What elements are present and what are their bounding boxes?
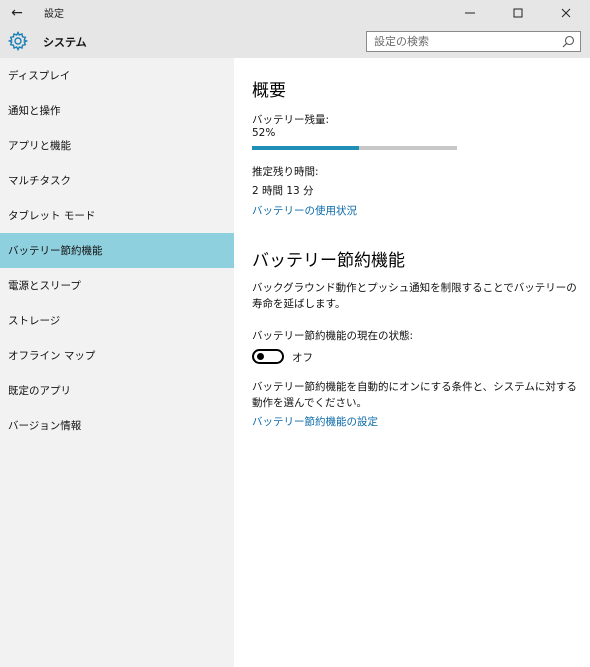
battery-saver-description: バックグラウンド動作とプッシュ通知を制限することでバッテリーの寿命を延ばします。 (252, 282, 577, 310)
sidebar-item-battery-saver[interactable]: バッテリー節約機能 (0, 233, 234, 268)
battery-progress-fill (252, 146, 359, 150)
back-button[interactable]: ← (0, 0, 34, 25)
window-title: 設定 (44, 9, 64, 20)
battery-saver-heading: バッテリー節約機能 (252, 251, 405, 271)
sidebar-item-display[interactable]: ディスプレイ (0, 58, 234, 93)
title-bar: ← 設定 (0, 0, 590, 25)
toggle-state-text: オフ (292, 352, 313, 364)
battery-saver-toggle[interactable] (252, 349, 284, 364)
sidebar-item-label: ストレージ (8, 315, 61, 327)
sidebar-item-label: ディスプレイ (8, 70, 71, 82)
page-title: システム (43, 36, 87, 49)
settings-header: システム (0, 25, 590, 58)
sidebar-item-label: バッテリー節約機能 (8, 245, 103, 257)
close-button[interactable] (542, 0, 590, 25)
search-box[interactable] (366, 31, 581, 52)
close-icon (561, 8, 571, 17)
sidebar-item-notifications[interactable]: 通知と操作 (0, 93, 234, 128)
battery-progress-bar (252, 146, 457, 150)
window-controls (446, 0, 590, 25)
sidebar-item-about[interactable]: バージョン情報 (0, 408, 234, 443)
sidebar-item-storage[interactable]: ストレージ (0, 303, 234, 338)
maximize-icon (513, 8, 523, 17)
sidebar-item-default-apps[interactable]: 既定のアプリ (0, 373, 234, 408)
sidebar-item-label: バージョン情報 (8, 420, 82, 432)
sidebar-item-label: オフライン マップ (8, 350, 96, 362)
sidebar-item-label: 通知と操作 (8, 105, 61, 117)
sidebar-item-tablet-mode[interactable]: タブレット モード (0, 198, 234, 233)
search-icon[interactable] (562, 35, 575, 48)
sidebar-item-label: タブレット モード (8, 210, 96, 222)
battery-level-value: 52% (252, 127, 276, 139)
sidebar-item-power-sleep[interactable]: 電源とスリープ (0, 268, 234, 303)
sidebar-item-label: アプリと機能 (8, 140, 71, 152)
minimize-icon (465, 12, 475, 13)
maximize-button[interactable] (494, 0, 542, 25)
settings-window: ← 設定 システム 設定の検索 ディスプレイ 通知と操作 アプリと機能 マルチタ… (0, 0, 590, 667)
sidebar-item-multitasking[interactable]: マルチタスク (0, 163, 234, 198)
minimize-button[interactable] (446, 0, 494, 25)
sidebar-item-offline-maps[interactable]: オフライン マップ (0, 338, 234, 373)
sidebar-item-label: 既定のアプリ (8, 385, 71, 397)
sidebar-item-label: マルチタスク (8, 175, 71, 187)
sidebar-item-label: 電源とスリープ (8, 280, 81, 292)
remaining-time-label: 推定残り時間: (252, 166, 319, 178)
battery-saver-status-label: バッテリー節約機能の現在の状態: (252, 330, 414, 342)
search-input[interactable] (367, 32, 557, 51)
battery-level-label: バッテリー残量: (252, 114, 330, 126)
toggle-knob (257, 353, 264, 360)
back-arrow-icon: ← (11, 4, 23, 21)
battery-usage-link[interactable]: バッテリーの使用状況 (252, 203, 357, 218)
battery-saver-settings-link[interactable]: バッテリー節約機能の設定 (252, 414, 378, 429)
gear-icon (8, 31, 28, 51)
auto-battery-saver-description: バッテリー節約機能を自動的にオンにする条件と、システムに対する動作を選んでくださ… (252, 381, 577, 409)
remaining-time-value: 2 時間 13 分 (252, 185, 314, 197)
sidebar: ディスプレイ 通知と操作 アプリと機能 マルチタスク タブレット モード バッテ… (0, 58, 234, 667)
sidebar-item-apps[interactable]: アプリと機能 (0, 128, 234, 163)
overview-heading: 概要 (252, 81, 286, 101)
